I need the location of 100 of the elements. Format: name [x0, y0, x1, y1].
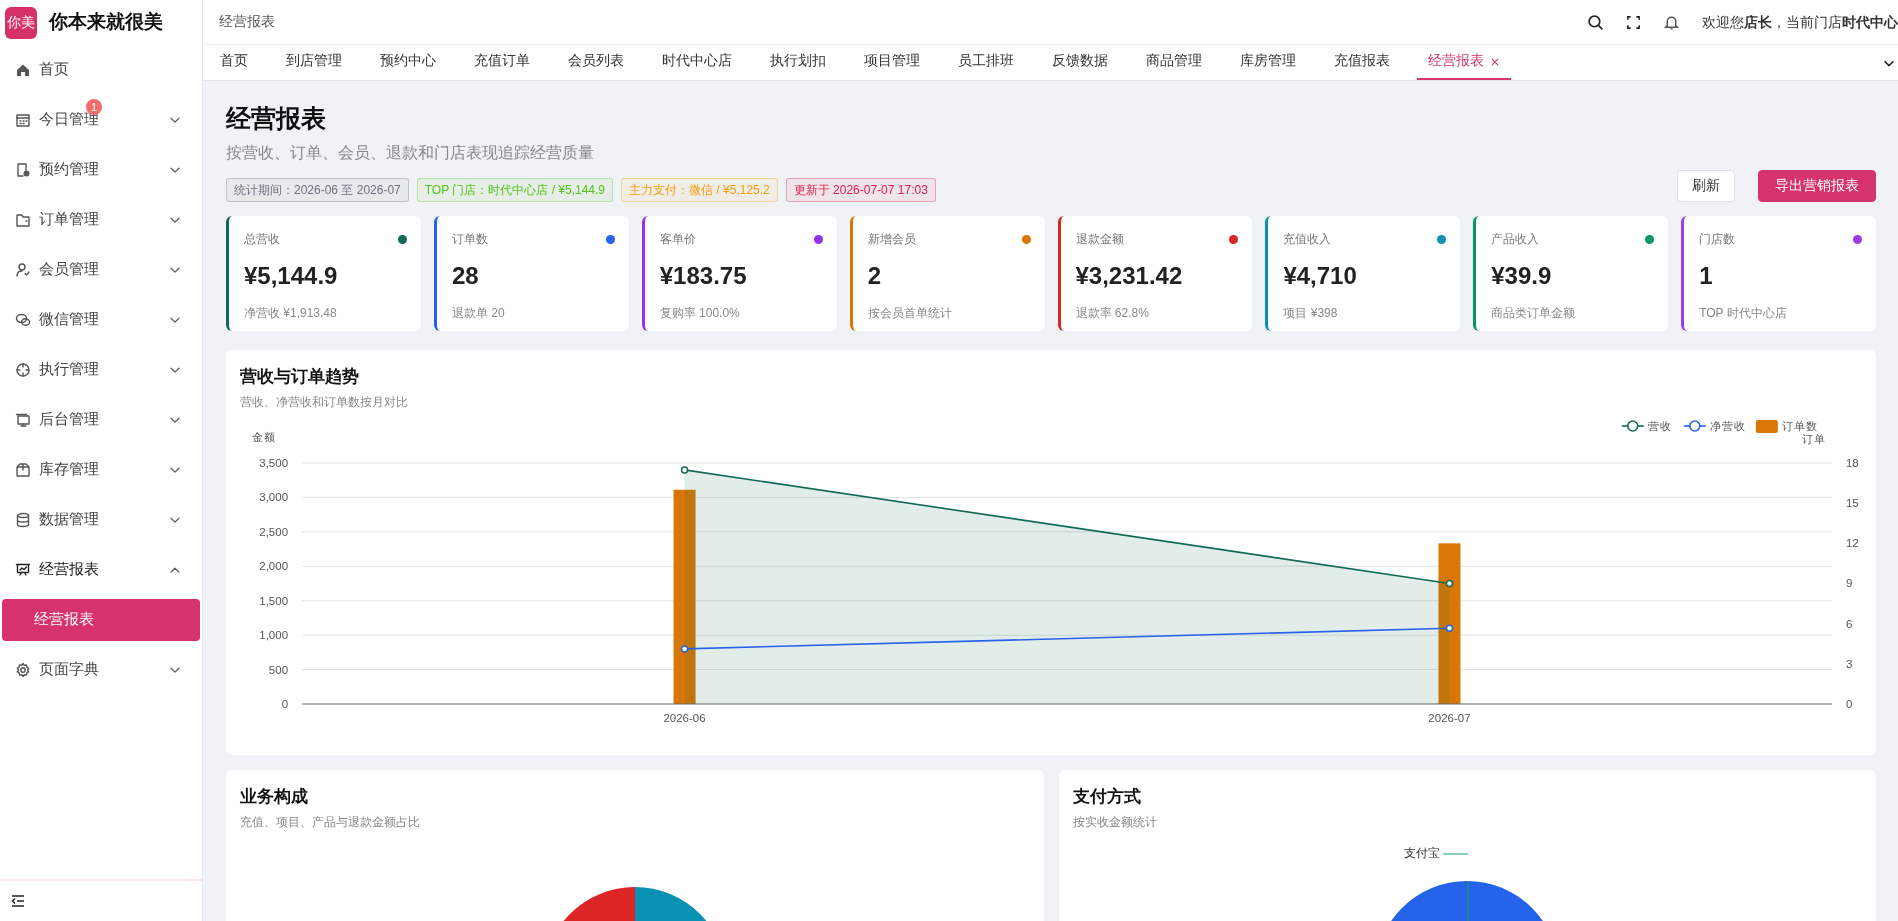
sidebar-item[interactable]: 首页: [39, 59, 182, 81]
sidebar-item[interactable]: 库存管理: [39, 459, 160, 481]
presentation-icon: [15, 562, 31, 578]
stat-note: 项目 ¥398: [1283, 305, 1339, 323]
chart-label: 支付宝: [1404, 846, 1441, 862]
stat-label: 订单数: [451, 231, 488, 249]
tab[interactable]: 预约中心: [369, 45, 447, 80]
sidebar-item[interactable]: 经营报表: [39, 559, 160, 581]
legend-label: 订单数: [1781, 420, 1818, 433]
info-tag: TOP 门店：时代中心店 / ¥5,144.9: [416, 178, 614, 203]
axis-tick-label: 2,000: [259, 560, 289, 573]
tab[interactable]: 反馈数据: [1041, 45, 1119, 80]
sidebar-item[interactable]: 预约管理: [39, 159, 160, 181]
stat-note: 净营收 ¥1,913.48: [244, 305, 338, 323]
tab[interactable]: 充值订单: [463, 45, 541, 80]
axis-tick-label: 18: [1846, 457, 1859, 470]
tab[interactable]: 时代中心店: [651, 45, 743, 80]
axis-tick-label: 1,000: [259, 629, 289, 642]
legend-marker: [1683, 420, 1707, 433]
axis-title: 金额: [252, 431, 277, 444]
export-button[interactable]: 导出营销报表: [1758, 170, 1876, 203]
stat-value: 28: [451, 261, 480, 292]
chat-bubbles-icon: [15, 312, 31, 328]
axis-title: 订单: [1801, 433, 1826, 446]
stat-label: 产品收入: [1491, 231, 1540, 249]
search-icon[interactable]: [1587, 13, 1604, 31]
page-subtitle: 按营收、订单、会员、退款和门店表现追踪经营质量: [226, 143, 595, 163]
tab[interactable]: 商品管理: [1135, 45, 1213, 80]
stat-note: 商品类订单金额: [1491, 305, 1577, 323]
stat-label: 总营收: [244, 231, 280, 249]
leader-line: [1443, 853, 1469, 856]
stat-note: 退款率 62.8%: [1075, 305, 1150, 323]
tab[interactable]: 会员列表: [557, 45, 635, 80]
axis-tick-label: 6: [1846, 617, 1853, 630]
stat-value: 1: [1699, 261, 1714, 292]
chart-title: 业务构成: [240, 786, 309, 808]
database-icon: [15, 512, 31, 528]
sidebar-item[interactable]: 数据管理: [39, 509, 160, 531]
bell-icon[interactable]: [1663, 13, 1680, 31]
chart-subtitle: 营收、净营收和订单数按月对比: [240, 395, 409, 410]
stat-label: 新增会员: [867, 231, 916, 249]
stat-note: 复购率 100.0%: [659, 305, 741, 323]
info-tag: 统计期间：2026-06 至 2026-07: [226, 178, 409, 203]
sidebar-item[interactable]: 订单管理: [39, 209, 160, 231]
logo: 你美: [5, 6, 37, 39]
legend-marker: [1620, 420, 1645, 433]
collapse-menu-icon[interactable]: [10, 893, 26, 909]
tab[interactable]: 到店管理: [275, 45, 353, 80]
tab[interactable]: 经营报表: [1417, 45, 1511, 80]
axis-tick-label: 2026-07: [1428, 712, 1471, 725]
stat-value: ¥183.75: [659, 261, 748, 292]
tab[interactable]: 执行划扣: [759, 45, 837, 80]
sidebar-item[interactable]: 执行管理: [39, 359, 160, 381]
tab[interactable]: 首页: [209, 45, 259, 80]
axis-tick-label: 1,500: [259, 594, 289, 607]
sidebar-item[interactable]: 会员管理: [39, 259, 160, 281]
brand-name: 你本来就很美: [49, 10, 163, 35]
legend-label: 营收: [1647, 420, 1672, 433]
monitor-icon: [15, 412, 31, 428]
data-point: [1445, 580, 1454, 588]
tab[interactable]: 充值报表: [1323, 45, 1401, 80]
close-icon[interactable]: [1490, 56, 1500, 67]
axis-tick-label: 0: [1846, 698, 1853, 711]
breadcrumb: 经营报表: [219, 12, 276, 31]
gear-icon: [15, 662, 31, 678]
home-icon: [15, 62, 31, 78]
fullscreen-icon[interactable]: [1626, 14, 1641, 30]
axis-tick-label: 15: [1846, 497, 1859, 510]
sidebar-item[interactable]: 微信管理: [39, 309, 160, 331]
tab[interactable]: 员工排班: [947, 45, 1025, 80]
sidebar-item[interactable]: 页面字典: [39, 659, 160, 681]
axis-tick-label: 3,500: [259, 457, 289, 470]
stat-value: 2: [867, 261, 882, 292]
tab[interactable]: 项目管理: [853, 45, 931, 80]
tab[interactable]: 库房管理: [1229, 45, 1307, 80]
welcome-text: 欢迎您店长，当前门店时代中心: [1702, 12, 1898, 32]
legend-label: 净营收: [1709, 420, 1746, 433]
stat-note: 退款单 20: [451, 305, 506, 323]
submenu-item[interactable]: 经营报表: [2, 599, 200, 641]
stat-note: 按会员首单统计: [867, 305, 953, 323]
page-title: 经营报表: [226, 103, 327, 133]
axis-tick-label: 2026-06: [663, 712, 706, 725]
axis-tick-label: 3: [1846, 658, 1853, 671]
axis-tick-label: 12: [1846, 537, 1859, 550]
stat-label: 门店数: [1699, 231, 1736, 249]
folder-icon: [15, 212, 31, 228]
stat-note: TOP 时代中心店: [1699, 305, 1788, 323]
legend-swatch: [1755, 420, 1778, 434]
axis-tick-label: 9: [1846, 577, 1853, 590]
stat-label: 充值收入: [1283, 231, 1332, 249]
axis-tick-label: 3,000: [259, 491, 289, 504]
stat-value: ¥39.9: [1491, 261, 1553, 292]
crosshair-icon: [15, 362, 31, 378]
refresh-button[interactable]: 刷新: [1677, 170, 1735, 203]
box-icon: [15, 462, 31, 478]
stat-value: ¥3,231.42: [1075, 261, 1184, 292]
stat-label: 退款金额: [1075, 231, 1124, 249]
info-tag: 主力支付：微信 / ¥5,125.2: [621, 178, 778, 203]
axis-tick-label: 2,500: [259, 526, 289, 539]
sidebar-item[interactable]: 后台管理: [39, 409, 160, 431]
